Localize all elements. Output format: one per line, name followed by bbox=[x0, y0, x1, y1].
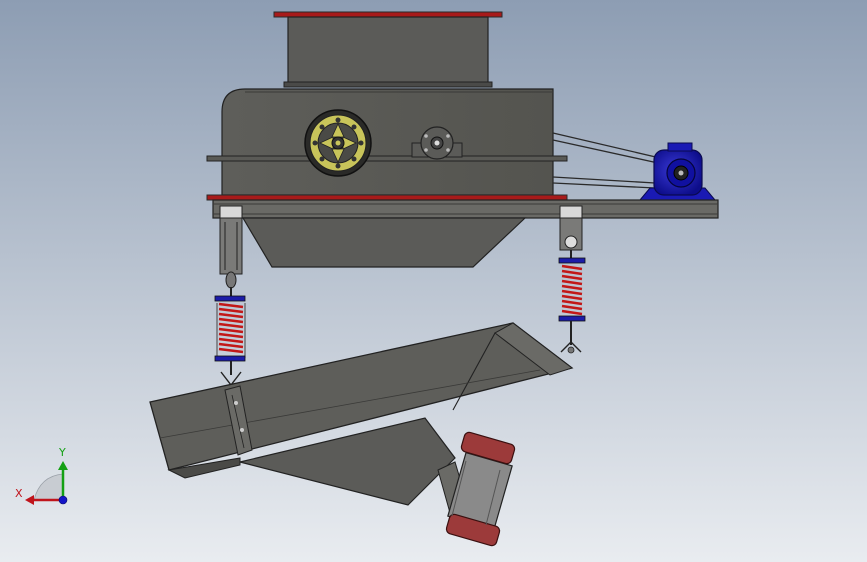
cad-viewport[interactable]: Y X bbox=[0, 0, 867, 562]
top-flange bbox=[273, 11, 503, 18]
feed-hopper bbox=[287, 16, 489, 84]
x-axis-label: X bbox=[15, 487, 23, 500]
middle-rail bbox=[206, 155, 568, 162]
flywheel[interactable] bbox=[304, 109, 372, 177]
y-axis-label: Y bbox=[58, 446, 66, 459]
main-housing bbox=[221, 88, 554, 196]
bottom-flange bbox=[206, 194, 568, 201]
hopper-base-flange bbox=[283, 81, 493, 88]
base-frame bbox=[212, 199, 719, 219]
